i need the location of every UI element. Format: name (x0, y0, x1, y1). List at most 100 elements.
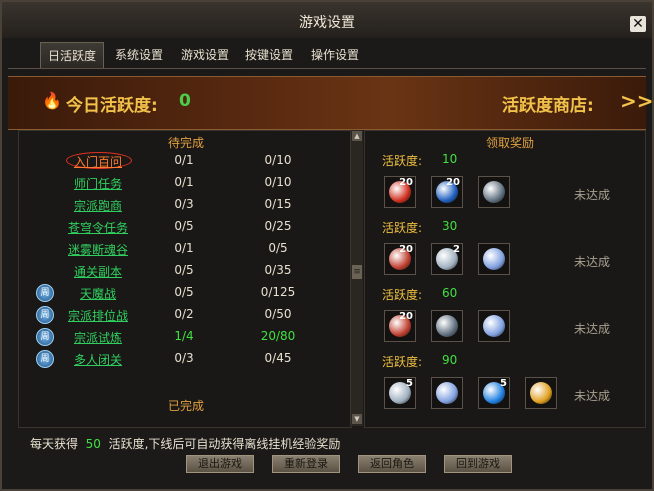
spirit-swirl-icon (483, 315, 505, 337)
red-orb-item[interactable]: 20 (384, 176, 416, 208)
tier-label: 活跃度: (382, 355, 423, 369)
tier-label: 活跃度: (382, 288, 423, 302)
title-bar: 游戏设置 ✕ (2, 2, 652, 38)
tier-status: 未达成 (574, 255, 611, 269)
task-name-link[interactable]: 宗派排位战 (28, 307, 168, 324)
completed-header: 已完成 (168, 399, 205, 413)
task-name-link[interactable]: 宗派试炼 (28, 329, 168, 346)
task-activity-points: 0/15 (264, 197, 292, 211)
fruit-plate-item[interactable]: 20 (384, 310, 416, 342)
scroll-up-icon[interactable]: ▲ (352, 131, 362, 141)
task-activity-points: 0/50 (264, 307, 292, 321)
spirit-swirl-item[interactable] (478, 310, 510, 342)
task-progress: 0/5 (174, 219, 194, 233)
item-count: 20 (399, 311, 413, 322)
task-activity-points: 20/80 (260, 329, 296, 343)
task-progress: 0/3 (174, 197, 194, 211)
tab-operation-settings[interactable]: 操作设置 (304, 42, 366, 68)
tier-status: 未达成 (574, 188, 611, 202)
task-progress: 0/2 (174, 307, 194, 321)
task-name-link[interactable]: 多人闭关 (28, 351, 168, 368)
task-activity-points: 0/25 (264, 219, 292, 233)
task-progress: 0/3 (174, 351, 194, 365)
item-count: 20 (446, 177, 460, 188)
task-activity-points: 0/35 (264, 263, 292, 277)
relogin-button[interactable]: 重新登录 (272, 455, 340, 473)
spirit-swirl-icon (436, 382, 458, 404)
task-name-link[interactable]: 天魔战 (28, 285, 168, 302)
tab-game-settings[interactable]: 游戏设置 (174, 42, 236, 68)
tier-value: 10 (442, 152, 458, 166)
rewards-header: 领取奖励 (486, 136, 535, 150)
task-progress: 0/5 (174, 263, 194, 277)
flame-icon: 🔥 (42, 91, 62, 110)
silver-orb-item[interactable]: 5 (384, 377, 416, 409)
footer-note: 每天获得 50 活跃度,下线后可自动获得离线挂机经验奖励 (30, 435, 340, 452)
item-count: 20 (399, 177, 413, 188)
activity-shop-link[interactable]: 活跃度商店: (502, 91, 594, 116)
tier-status: 未达成 (574, 389, 611, 403)
task-activity-points: 0/10 (264, 153, 292, 167)
return-character-button[interactable]: 返回角色 (358, 455, 426, 473)
blue-orb-item[interactable]: 5 (478, 377, 510, 409)
spirit-swirl-item[interactable] (478, 243, 510, 275)
task-name-link[interactable]: 苍穹令任务 (28, 219, 168, 236)
spirit-swirl-item[interactable] (431, 377, 463, 409)
task-activity-points: 0/10 (264, 175, 292, 189)
footer-value: 50 (85, 437, 101, 451)
tier-value: 30 (442, 219, 458, 233)
item-count: 20 (399, 244, 413, 255)
close-button[interactable]: ✕ (630, 16, 646, 32)
tier-value: 90 (442, 353, 458, 367)
bowl-icon (436, 315, 458, 337)
item-count: 5 (406, 378, 413, 389)
task-name-link[interactable]: 通关副本 (28, 263, 168, 280)
tab-daily-activity[interactable]: 日活跃度 (40, 42, 104, 69)
task-name-link[interactable]: 宗派跑商 (28, 197, 168, 214)
today-activity-value: 0 (179, 91, 191, 111)
spirit-swirl-icon (483, 248, 505, 270)
bowl-icon (483, 181, 505, 203)
bowl-item[interactable] (478, 176, 510, 208)
task-activity-points: 0/5 (268, 241, 288, 255)
task-name-link[interactable]: 入门百问 (28, 153, 168, 170)
tier-label: 活跃度: (382, 221, 423, 235)
tab-key-settings[interactable]: 按键设置 (238, 42, 300, 68)
silver-orb-item[interactable]: 2 (431, 243, 463, 275)
scroll-thumb[interactable]: ≡ (352, 265, 362, 279)
tab-divider (8, 68, 646, 69)
settings-window: 游戏设置 ✕ 日活跃度 系统设置 游戏设置 按键设置 操作设置 🔥 今日活跃度:… (0, 0, 654, 491)
shop-arrow-button[interactable]: >> (620, 89, 654, 113)
footer-prefix: 每天获得 (30, 437, 79, 451)
pending-header: 待完成 (168, 136, 205, 150)
task-progress: 1/4 (174, 329, 194, 343)
task-progress: 0/1 (174, 175, 194, 189)
item-count: 2 (453, 244, 460, 255)
tab-system-settings[interactable]: 系统设置 (108, 42, 170, 68)
bowl-item[interactable] (431, 310, 463, 342)
back-to-game-button[interactable]: 回到游戏 (444, 455, 512, 473)
task-progress: 0/5 (174, 285, 194, 299)
item-count: 5 (500, 378, 507, 389)
gold-ingot-icon (530, 382, 552, 404)
task-name-link[interactable]: 迷雾断魂谷 (28, 241, 168, 258)
fruit-plate-item[interactable]: 20 (384, 243, 416, 275)
task-scrollbar[interactable]: ▲ ≡ ▼ (350, 130, 363, 426)
task-progress: 0/1 (174, 153, 194, 167)
tier-status: 未达成 (574, 322, 611, 336)
scroll-down-icon[interactable]: ▼ (352, 414, 362, 424)
gold-ingot-item[interactable] (525, 377, 557, 409)
window-title: 游戏设置 (299, 15, 355, 31)
task-activity-points: 0/125 (260, 285, 296, 299)
exit-game-button[interactable]: 退出游戏 (186, 455, 254, 473)
activity-banner: 🔥 今日活跃度: 0 活跃度商店: >> (8, 76, 654, 130)
close-icon: ✕ (632, 16, 644, 32)
blue-orb-item[interactable]: 20 (431, 176, 463, 208)
today-activity-label: 今日活跃度: (66, 96, 158, 116)
task-name-link[interactable]: 师门任务 (28, 175, 168, 192)
footer-suffix: 活跃度,下线后可自动获得离线挂机经验奖励 (108, 437, 341, 451)
tier-value: 60 (442, 286, 458, 300)
task-progress: 0/1 (174, 241, 194, 255)
task-activity-points: 0/45 (264, 351, 292, 365)
tier-label: 活跃度: (382, 154, 423, 168)
